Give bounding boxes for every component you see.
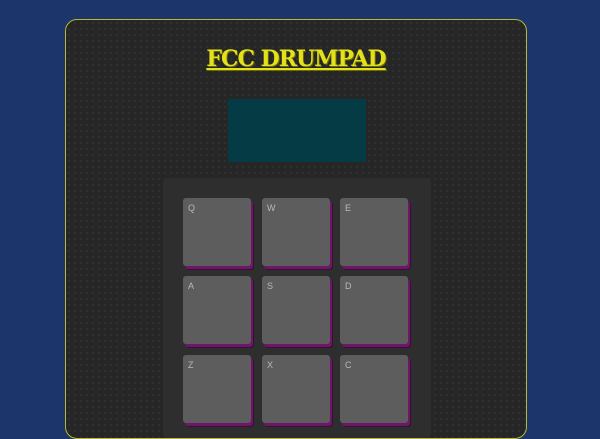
sound-display	[228, 99, 366, 162]
drum-pad-s[interactable]: S	[262, 276, 330, 344]
drum-pad-w[interactable]: W	[262, 198, 330, 266]
pad-key-label: C	[345, 360, 352, 370]
drum-pad-e[interactable]: E	[340, 198, 408, 266]
drum-machine: FCC DRUMPAD Q W E A S D Z X C	[65, 19, 527, 439]
pad-key-label: A	[188, 281, 195, 291]
pad-key-label: S	[267, 281, 274, 291]
drum-pad-q[interactable]: Q	[183, 198, 251, 266]
pad-key-label: Z	[188, 360, 194, 370]
pad-key-label: E	[345, 203, 352, 213]
drum-pad-z[interactable]: Z	[183, 355, 251, 423]
pad-bank: Q W E A S D Z X C	[163, 178, 431, 438]
pad-key-label: W	[267, 203, 276, 213]
pad-key-label: D	[345, 281, 352, 291]
drum-pad-c[interactable]: C	[340, 355, 408, 423]
pad-key-label: Q	[188, 203, 196, 213]
pad-key-label: X	[267, 360, 274, 370]
drum-pad-x[interactable]: X	[262, 355, 330, 423]
drum-pad-a[interactable]: A	[183, 276, 251, 344]
page-title: FCC DRUMPAD	[206, 46, 386, 72]
drum-pad-d[interactable]: D	[340, 276, 408, 344]
